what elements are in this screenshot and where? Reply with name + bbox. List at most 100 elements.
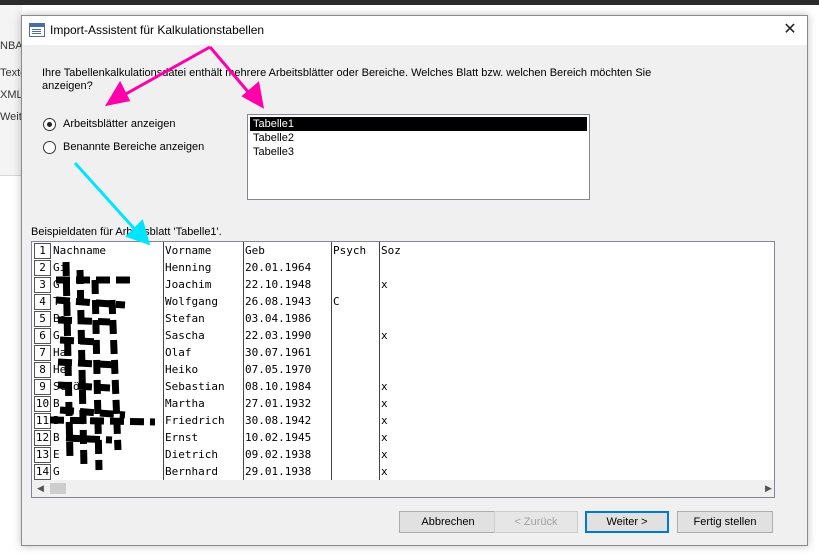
table-cell: x	[381, 431, 388, 444]
table-cell: x	[381, 414, 388, 427]
row-number: 11	[34, 413, 51, 429]
row-number: 4	[34, 294, 51, 310]
import-wizard-dialog: Import-Assistent für Kalkulationstabelle…	[21, 15, 808, 546]
table-cell	[331, 310, 379, 327]
table-cell	[331, 429, 379, 446]
table-cell: 22.03.1990	[245, 329, 312, 342]
row-number: 9	[34, 379, 51, 395]
table-cell: Ernst	[165, 431, 199, 444]
table-cell: x	[381, 465, 388, 478]
table-row: 14 G Bernhard 29.01.1938 x	[32, 463, 774, 480]
table-cell	[331, 463, 379, 480]
table-cell	[331, 276, 379, 293]
row-number: 2	[34, 260, 51, 276]
sheet-list-item[interactable]: Tabelle3	[250, 145, 587, 159]
table-row: 10 B Martha 27.01.1932 x	[32, 395, 774, 412]
sample-data-label: Beispieldaten für Arbeitsblatt 'Tabelle1…	[31, 226, 222, 238]
table-cell: Ba	[53, 312, 67, 325]
table-cell: x	[381, 278, 388, 291]
table-cell: B	[53, 397, 60, 410]
table-cell	[331, 361, 379, 378]
table-cell	[379, 293, 739, 310]
next-button[interactable]: Weiter >	[585, 511, 669, 533]
cancel-button[interactable]: Abbrechen	[399, 511, 497, 533]
table-cell: Vorname	[165, 244, 212, 257]
sheet-list-item[interactable]: Tabelle1	[250, 117, 587, 131]
back-button[interactable]: < Zurück	[494, 511, 578, 533]
background-ribbon-item: Weit	[0, 111, 22, 123]
table-cell: 20.01.1964	[245, 261, 312, 274]
row-number: 6	[34, 328, 51, 344]
column-divider	[331, 242, 332, 480]
finish-button[interactable]: Fertig stellen	[677, 511, 773, 533]
table-cell: 09.02.1938	[245, 448, 312, 461]
close-button[interactable]: ✕	[779, 19, 801, 41]
sheet-list-item[interactable]: Tabelle2	[250, 131, 587, 145]
table-cell: 30.08.1942	[245, 414, 312, 427]
table-cell: Sebastian	[165, 380, 225, 393]
table-cell: T	[53, 295, 60, 308]
table-cell: x	[381, 397, 388, 410]
table-row: 4 T Wolfgang 26.08.1943 C	[32, 293, 774, 310]
table-cell: Ha	[53, 346, 67, 359]
table-cell: Olaf	[165, 346, 192, 359]
table-row: 7 Ha Olaf 30.07.1961	[32, 344, 774, 361]
background-ribbon-item: NBA	[0, 40, 23, 52]
table-cell: Joachim	[165, 278, 212, 291]
table-row: 2 Gi Henning 20.01.1964	[32, 259, 774, 276]
table-cell	[331, 446, 379, 463]
row-number: 3	[34, 277, 51, 293]
sample-data-grid[interactable]: 14 G Bernhard 29.01.1938 x 13 E Dietrich 09.02.1…	[31, 241, 775, 498]
table-cell: Psych	[333, 244, 367, 257]
table-cell: C	[333, 295, 340, 308]
table-cell	[379, 344, 739, 361]
table-cell: E	[53, 448, 60, 461]
table-cell: 29.01.1938	[245, 465, 312, 478]
table-row: 13 E Dietrich 09.02.1938 x	[32, 446, 774, 463]
table-row: 12 B Ernst 10.02.1945 x	[32, 429, 774, 446]
sheet-listbox[interactable]: Tabelle1 Tabelle2 Tabelle3	[247, 114, 590, 200]
table-cell: 07.05.1970	[245, 363, 312, 376]
table-cell: Nachname	[53, 244, 106, 257]
question-text: Ihre Tabellenkalkulationsdatei enthält m…	[42, 67, 652, 92]
table-cell: x	[381, 448, 388, 461]
table-cell	[331, 259, 379, 276]
table-cell	[331, 412, 379, 429]
table-cell: Henning	[165, 261, 212, 274]
column-divider	[379, 242, 380, 480]
table-cell	[379, 310, 739, 327]
background-ribbon-item: XML	[0, 89, 23, 101]
scroll-thumb[interactable]	[50, 483, 66, 494]
table-cell: Martha	[165, 397, 205, 410]
column-divider	[243, 242, 244, 480]
table-row: 3 G Joachim 22.10.1948 x	[32, 276, 774, 293]
column-divider	[163, 242, 164, 480]
table-row: 9 Schö Sebastian 08.10.1984 x	[32, 378, 774, 395]
horizontal-scrollbar[interactable]: ◀ ▶	[32, 480, 774, 497]
table-cell	[331, 395, 379, 412]
table-cell: 10.02.1945	[245, 431, 312, 444]
table-cell: x	[381, 329, 388, 342]
dialog-titlebar[interactable]: Import-Assistent für Kalkulationstabelle…	[22, 16, 807, 45]
row-number: 7	[34, 345, 51, 361]
radio-show-sheets-label[interactable]: Arbeitsblätter anzeigen	[63, 118, 176, 130]
table-cell: Heiko	[165, 363, 199, 376]
table-cell: Stefan	[165, 312, 205, 325]
table-row: 5 Ba Stefan 03.04.1986	[32, 310, 774, 327]
radio-show-sheets[interactable]: Arbeitsblätter anzeigen	[43, 115, 176, 133]
radio-show-named-ranges[interactable]: Benannte Bereiche anzeigen	[43, 138, 204, 156]
table-cell: Bernhard	[165, 465, 218, 478]
grid-content: 14 G Bernhard 29.01.1938 x 13 E Dietrich 09.02.1…	[32, 242, 774, 480]
scroll-left-icon[interactable]: ◀	[32, 480, 49, 497]
table-cell: Schö	[53, 380, 80, 393]
scroll-right-icon[interactable]: ▶	[760, 480, 774, 497]
row-number: 10	[34, 396, 51, 412]
row-number: 5	[34, 311, 51, 327]
table-cell: Sascha	[165, 329, 205, 342]
dialog-title: Import-Assistent für Kalkulationstabelle…	[50, 23, 265, 37]
radio-unchecked-icon[interactable]	[43, 140, 56, 154]
spreadsheet-icon	[29, 23, 45, 37]
row-number: 8	[34, 362, 51, 378]
radio-show-named-ranges-label[interactable]: Benannte Bereiche anzeigen	[63, 141, 204, 153]
radio-checked-icon[interactable]	[43, 117, 56, 131]
